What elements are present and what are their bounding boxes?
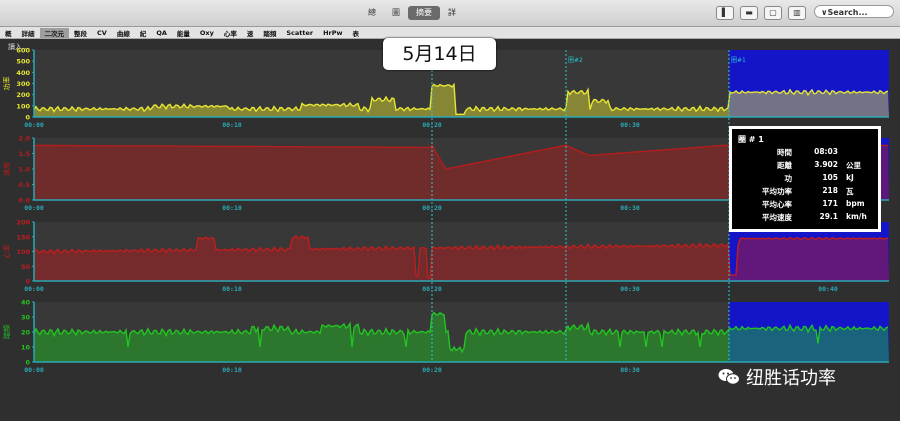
lap-row-label: 平均功率 bbox=[762, 187, 792, 196]
x-tick-label: 00:20 bbox=[422, 366, 442, 374]
y-tick-label: 40 bbox=[21, 299, 31, 307]
wechat-icon bbox=[718, 368, 740, 386]
date-callout: 5月14日 bbox=[383, 38, 496, 70]
lap-row-unit: 公里 bbox=[846, 161, 861, 170]
lap-row-work: 功 105 kJ bbox=[732, 173, 878, 184]
lap-row-value: 218 bbox=[822, 186, 838, 195]
watermark: 纽胜话功率 bbox=[718, 364, 836, 390]
y-axis-label: 速度 bbox=[2, 162, 11, 176]
y-tick-label: 1.0 bbox=[18, 166, 30, 174]
y-tick-label: 200 bbox=[16, 91, 30, 99]
lap-row-value: 08:03 bbox=[814, 147, 838, 156]
y-tick-label: 10 bbox=[21, 344, 31, 352]
watermark-text: 纽胜话功率 bbox=[746, 368, 836, 389]
y-tick-label: 100 bbox=[16, 102, 30, 110]
y-tick-label: 600 bbox=[16, 47, 30, 55]
y-axis-label: 踏頻 bbox=[2, 325, 11, 339]
lap-row-time: 時間 08:03 bbox=[732, 147, 878, 158]
y-tick-label: 0.5 bbox=[18, 181, 30, 189]
x-tick-label: 00:10 bbox=[222, 121, 242, 129]
y-tick-label: 2.0 bbox=[18, 135, 30, 143]
marker-label: 圈#2 bbox=[568, 57, 583, 64]
lap-row-distance: 距離 3.902 公里 bbox=[732, 160, 878, 171]
x-tick-label: 00:00 bbox=[24, 121, 44, 129]
y-tick-label: 400 bbox=[16, 69, 30, 77]
x-tick-label: 00:30 bbox=[620, 121, 640, 129]
x-tick-label: 00:00 bbox=[24, 366, 44, 374]
lap-row-unit: kJ bbox=[846, 173, 854, 182]
x-tick-label: 00:30 bbox=[620, 285, 640, 293]
chart-panel-cadence: 403020100踏頻00:00 00:10 00:20 00:30 bbox=[2, 299, 889, 374]
y-tick-label: 150 bbox=[16, 233, 30, 241]
x-tick-label: 00:10 bbox=[222, 366, 242, 374]
y-tick-label: 1.5 bbox=[18, 150, 30, 158]
x-tick-label: 00:40 bbox=[818, 285, 838, 293]
x-tick-label: 00:00 bbox=[24, 204, 44, 212]
y-tick-label: 50 bbox=[21, 263, 31, 271]
lap-row-avg-speed: 平均速度 29.1 km/h bbox=[732, 212, 878, 223]
marker-label: 圈#1 bbox=[731, 57, 746, 64]
lap-row-value: 3.902 bbox=[814, 160, 838, 169]
y-axis-label: 功率 bbox=[2, 77, 11, 91]
lap-row-value: 29.1 bbox=[819, 212, 838, 221]
x-tick-label: 00:10 bbox=[222, 204, 242, 212]
lap-row-value: 171 bbox=[822, 199, 838, 208]
y-tick-label: 300 bbox=[16, 80, 30, 88]
x-tick-label: 00:30 bbox=[620, 204, 640, 212]
lap-title: 圈 # 1 bbox=[738, 135, 764, 144]
lap-row-avg-power: 平均功率 218 瓦 bbox=[732, 186, 878, 197]
x-tick-label: 00:10 bbox=[222, 285, 242, 293]
y-tick-label: 30 bbox=[21, 314, 31, 322]
lap-row-label: 時間 bbox=[777, 148, 792, 157]
lap-row-label: 平均速度 bbox=[762, 213, 792, 222]
y-tick-label: 500 bbox=[16, 58, 30, 66]
lap-row-label: 平均心率 bbox=[762, 200, 792, 209]
y-axis-label: 心率 bbox=[2, 245, 11, 259]
y-tick-label: 20 bbox=[21, 329, 31, 337]
x-tick-label: 00:30 bbox=[620, 366, 640, 374]
x-tick-label: 00:00 bbox=[24, 285, 44, 293]
lap-row-label: 距離 bbox=[777, 161, 792, 170]
lap-row-unit: bpm bbox=[846, 199, 865, 208]
lap-row-label: 功 bbox=[784, 174, 793, 183]
lap-info-box: 圈 # 1 時間 08:03 距離 3.902 公里 功 105 kJ 平均功率… bbox=[729, 126, 881, 232]
lap-row-value: 105 bbox=[822, 173, 838, 182]
lap-row-avg-hr: 平均心率 171 bpm bbox=[732, 199, 878, 210]
y-tick-label: 100 bbox=[16, 248, 30, 256]
lap-row-unit: 瓦 bbox=[846, 187, 854, 196]
y-tick-label: 200 bbox=[16, 219, 30, 227]
lap-row-unit: km/h bbox=[846, 212, 867, 221]
